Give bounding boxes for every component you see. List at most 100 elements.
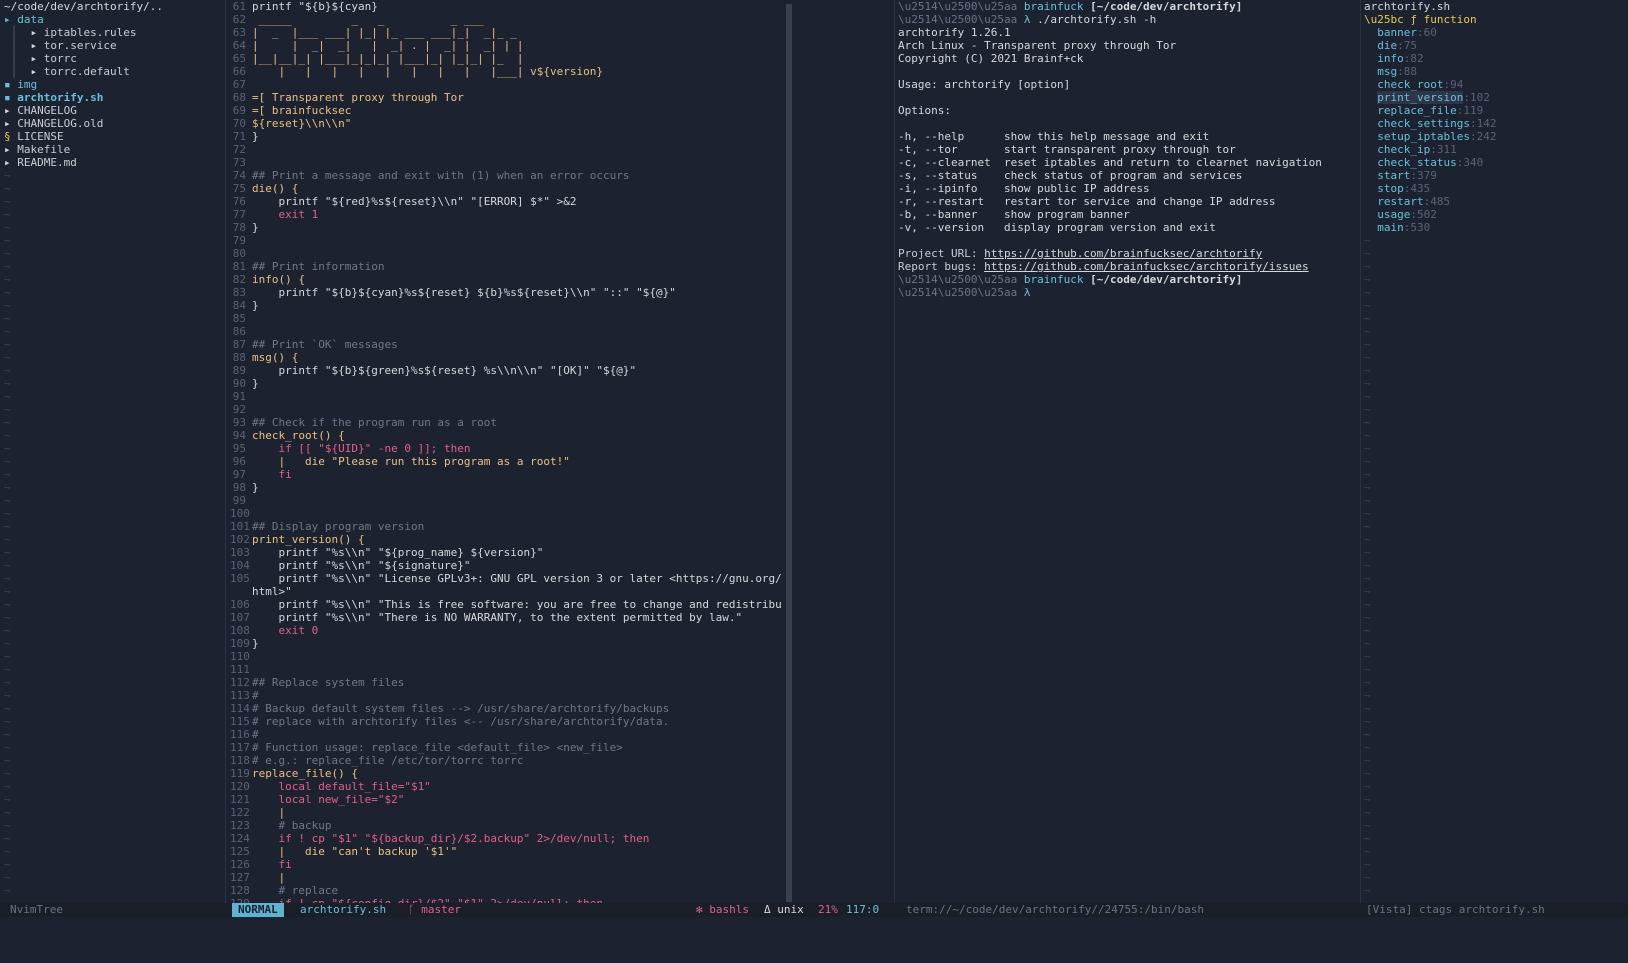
code-line[interactable]: 102 print_version() { xyxy=(230,533,782,546)
code-line[interactable]: 97 fi xyxy=(230,468,782,481)
tree-item[interactable]: │ ▸ torrc xyxy=(4,52,224,65)
code-line[interactable]: 114 # Backup default system files --> /us… xyxy=(230,702,782,715)
project-url-link[interactable]: https://github.com/brainfucksec/archtori… xyxy=(984,247,1262,260)
code-line[interactable]: 93 ## Check if the program run as a root xyxy=(230,416,782,429)
code-line[interactable]: 120 local default_file="$1" xyxy=(230,780,782,793)
vista-symbol[interactable]: print_version:102 xyxy=(1364,91,1624,104)
code-line[interactable]: 123 # backup xyxy=(230,819,782,832)
code-line[interactable]: 104 printf "%s\\n" "${signature}" xyxy=(230,559,782,572)
vista-symbol[interactable]: stop:435 xyxy=(1364,182,1624,195)
code-line[interactable]: 124 if ! cp "$1" "${backup_dir}/$2.backu… xyxy=(230,832,782,845)
code-line[interactable]: 100 xyxy=(230,507,782,520)
code-line[interactable]: 74 ## Print a message and exit with (1) w… xyxy=(230,169,782,182)
code-line[interactable]: 109} xyxy=(230,637,782,650)
code-line[interactable]: 105 printf "%s\\n" "License GPLv3+: GNU … xyxy=(230,572,782,585)
code-line[interactable]: 88 msg() { xyxy=(230,351,782,364)
code-line[interactable]: 72 xyxy=(230,143,782,156)
code-line[interactable]: 103 printf "%s\\n" "${prog_name} ${versi… xyxy=(230,546,782,559)
vista-symbol[interactable]: start:379 xyxy=(1364,169,1624,182)
code-line[interactable]: 90} xyxy=(230,377,782,390)
code-line[interactable]: 64 | | _| _| | _| . | _| | _| | | xyxy=(230,39,782,52)
vista-symbol[interactable]: die:75 xyxy=(1364,39,1624,52)
code-line[interactable]: 127 | xyxy=(230,871,782,884)
tree-item[interactable]: ▸ README.md xyxy=(4,156,224,169)
tree-item[interactable]: ▪ archtorify.sh xyxy=(4,91,224,104)
vista-symbol[interactable]: replace_file:119 xyxy=(1364,104,1624,117)
code-line[interactable]: 107 printf "%s\\n" "There is NO WARRANTY… xyxy=(230,611,782,624)
editor-scrollbar[interactable] xyxy=(786,4,792,902)
tree-item[interactable]: ▪ img xyxy=(4,78,224,91)
terminal-pane[interactable]: \u2514\u2500\u25aa brainfuck [~/code/dev… xyxy=(898,0,1358,299)
vista-symbol[interactable]: restart:485 xyxy=(1364,195,1624,208)
code-line[interactable]: 67 xyxy=(230,78,782,91)
vista-symbol[interactable]: banner:60 xyxy=(1364,26,1624,39)
code-line[interactable]: 112 ## Replace system files xyxy=(230,676,782,689)
vista-symbol[interactable]: setup_iptables:242 xyxy=(1364,130,1624,143)
tree-item[interactable]: ▸ CHANGELOG.old xyxy=(4,117,224,130)
code-line[interactable]: 119 replace_file() { xyxy=(230,767,782,780)
code-line[interactable]: 113 # xyxy=(230,689,782,702)
vista-outline-pane[interactable]: archtorify.sh \u25bc ƒ function banner:6… xyxy=(1364,0,1624,910)
vista-symbol[interactable]: msg:88 xyxy=(1364,65,1624,78)
code-line[interactable]: 66 | | | | | | | | |___| v${version} xyxy=(230,65,782,78)
code-line[interactable]: 106 printf "%s\\n" "This is free softwar… xyxy=(230,598,782,611)
code-line[interactable]: 76 printf "${red}%s${reset}\\n" "[ERROR]… xyxy=(230,195,782,208)
code-line[interactable]: 68 =[ Transparent proxy through Tor xyxy=(230,91,782,104)
code-line[interactable]: 126 fi xyxy=(230,858,782,871)
code-line[interactable]: 94 check_root() { xyxy=(230,429,782,442)
code-line[interactable]: 96 | die "Please run this program as a r… xyxy=(230,455,782,468)
code-line[interactable]: 98} xyxy=(230,481,782,494)
vista-symbol[interactable]: usage:502 xyxy=(1364,208,1624,221)
code-line[interactable]: 71} xyxy=(230,130,782,143)
vista-symbol[interactable]: check_ip:311 xyxy=(1364,143,1624,156)
pane-divider[interactable] xyxy=(894,0,895,944)
code-line[interactable]: html>" xyxy=(230,585,782,598)
code-line[interactable]: 116 # xyxy=(230,728,782,741)
code-line[interactable]: 69 =[ brainfucksec xyxy=(230,104,782,117)
code-line[interactable]: 110 xyxy=(230,650,782,663)
tree-item[interactable]: ▸ Makefile xyxy=(4,143,224,156)
code-line[interactable]: 86 xyxy=(230,325,782,338)
code-line[interactable]: 115 # replace with archtorify files <-- /… xyxy=(230,715,782,728)
tree-item[interactable]: │ ▸ tor.service xyxy=(4,39,224,52)
code-line[interactable]: 92 xyxy=(230,403,782,416)
code-line[interactable]: 89 printf "${b}${green}%s${reset} %s\\n\… xyxy=(230,364,782,377)
code-line[interactable]: 61 printf "${b}${cyan} xyxy=(230,0,782,13)
code-line[interactable]: 82 info() { xyxy=(230,273,782,286)
code-line[interactable]: 77 exit 1 xyxy=(230,208,782,221)
code-line[interactable]: 80 xyxy=(230,247,782,260)
code-line[interactable]: 73 xyxy=(230,156,782,169)
tree-item[interactable]: ▸ CHANGELOG xyxy=(4,104,224,117)
code-line[interactable]: 62 _____ _ _ _ ___ xyxy=(230,13,782,26)
code-line[interactable]: 79 xyxy=(230,234,782,247)
editor-pane[interactable]: 61 printf "${b}${cyan} 62 _____ _ _ _ ___ 6… xyxy=(230,0,782,936)
tree-item[interactable]: § LICENSE xyxy=(4,130,224,143)
code-line[interactable]: 70 ${reset}\\n\\n" xyxy=(230,117,782,130)
code-line[interactable]: 63 | _ |___ ___| |_| |_ ___ ___|_| _|_ _ xyxy=(230,26,782,39)
bugs-url-link[interactable]: https://github.com/brainfucksec/archtori… xyxy=(984,260,1309,273)
code-line[interactable]: 125 | die "can't backup '$1'" xyxy=(230,845,782,858)
code-line[interactable]: 117 # Function usage: replace_file <defau… xyxy=(230,741,782,754)
code-line[interactable]: 75 die() { xyxy=(230,182,782,195)
vista-symbol[interactable]: check_root:94 xyxy=(1364,78,1624,91)
code-line[interactable]: 128 # replace xyxy=(230,884,782,897)
code-line[interactable]: 91 xyxy=(230,390,782,403)
code-line[interactable]: 101 ## Display program version xyxy=(230,520,782,533)
code-line[interactable]: 122 | xyxy=(230,806,782,819)
file-tree-pane[interactable]: ~/code/dev/archtorify/.. ▸ data │ ▸ ipta… xyxy=(0,0,224,897)
pane-divider[interactable] xyxy=(1360,0,1361,944)
code-line[interactable]: 81 ## Print information xyxy=(230,260,782,273)
code-line[interactable]: 78} xyxy=(230,221,782,234)
code-line[interactable]: 99 xyxy=(230,494,782,507)
tree-item[interactable]: │ ▸ iptables.rules xyxy=(4,26,224,39)
code-line[interactable]: 83 printf "${b}${cyan}%s${reset} ${b}%s$… xyxy=(230,286,782,299)
code-line[interactable]: 65 |__|__|_| |___|_|_|_| |___|_| |_|_| |_… xyxy=(230,52,782,65)
vista-symbol[interactable]: check_status:340 xyxy=(1364,156,1624,169)
code-line[interactable]: 95 if [[ "${UID}" -ne 0 ]]; then xyxy=(230,442,782,455)
vista-symbol[interactable]: check_settings:142 xyxy=(1364,117,1624,130)
tree-item[interactable]: ▸ data xyxy=(4,13,224,26)
code-line[interactable]: 108 exit 0 xyxy=(230,624,782,637)
vista-symbol[interactable]: info:82 xyxy=(1364,52,1624,65)
command-line[interactable] xyxy=(0,917,1628,963)
code-line[interactable]: 121 local new_file="$2" xyxy=(230,793,782,806)
